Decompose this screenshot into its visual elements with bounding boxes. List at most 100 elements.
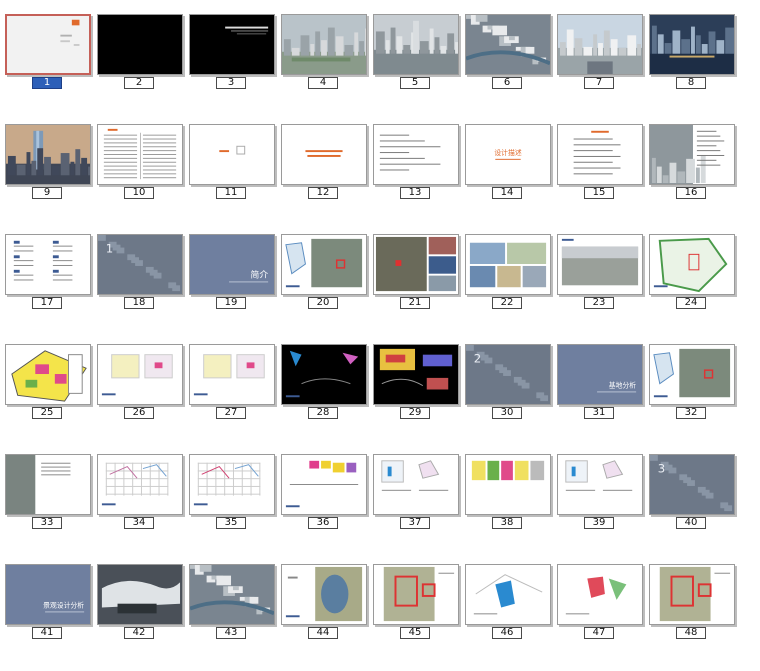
slide-thumbnail-text: 1 [106,241,113,255]
slide-thumbnail-item[interactable]: 17 [3,231,95,341]
slide-thumbnail-item[interactable]: 38 [463,451,555,561]
slide-thumbnail-image[interactable] [281,234,367,295]
slide-thumbnail-image[interactable] [281,14,367,75]
slide-thumbnail-image[interactable] [649,234,735,295]
slide-thumbnail-item[interactable]: 7 [555,11,647,121]
slide-thumbnail-image[interactable] [649,124,735,185]
slide-thumbnail-item[interactable]: 21 [371,231,463,341]
slide-thumbnail-image[interactable]: 简介 [189,234,275,295]
slide-thumbnail-item[interactable]: 13 [371,121,463,231]
slide-thumbnail-item[interactable]: 23 [555,231,647,341]
slide-thumbnail-image[interactable] [5,124,91,185]
slide-thumbnail-image[interactable]: 1 [97,234,183,295]
slide-thumbnail-item[interactable]: 22 [463,231,555,341]
slide-thumbnail-image[interactable] [97,564,183,625]
slide-thumbnail-item[interactable]: 1 18 [95,231,187,341]
slide-thumbnail-image[interactable] [465,564,551,625]
slide-thumbnail-image[interactable] [465,14,551,75]
slide-thumbnail-image[interactable] [5,344,91,405]
slide-thumbnail-item[interactable]: 35 [187,451,279,561]
slide-thumbnail-image[interactable] [557,564,643,625]
slide-thumbnail-image[interactable] [557,454,643,515]
slide-thumbnail-image[interactable] [189,454,275,515]
slide-thumbnail-item[interactable]: 43 [187,561,279,671]
slide-thumbnail-item[interactable]: 1 [3,11,95,121]
slide-thumbnail-item[interactable]: 28 [279,341,371,451]
slide-thumbnail-image[interactable] [281,454,367,515]
slide-thumbnail-item[interactable]: 3 40 [647,451,739,561]
slide-thumbnail-item[interactable]: 33 [3,451,95,561]
slide-thumbnail-image[interactable] [373,14,459,75]
slide-thumbnail-item[interactable]: 27 [187,341,279,451]
slide-thumbnail-item[interactable]: 24 [647,231,739,341]
slide-thumbnail-item[interactable]: 4 [279,11,371,121]
slide-thumbnail-item[interactable]: 32 [647,341,739,451]
slide-thumbnail-image[interactable] [281,344,367,405]
slide-thumbnail-item[interactable]: 34 [95,451,187,561]
slide-thumbnail-item[interactable]: 26 [95,341,187,451]
slide-thumbnail-image[interactable] [189,564,275,625]
slide-number-label: 10 [124,187,154,199]
slide-thumbnail-image[interactable] [557,124,643,185]
slide-thumbnail-image[interactable] [97,344,183,405]
slide-thumbnail-image[interactable] [649,564,735,625]
slide-thumbnail-image[interactable] [557,14,643,75]
slide-number-label: 44 [308,627,338,639]
slide-thumbnail-item[interactable]: 简介 19 [187,231,279,341]
slide-thumbnail-image[interactable] [649,344,735,405]
slide-thumbnail-item[interactable]: 10 [95,121,187,231]
slide-thumbnail-item[interactable]: 39 [555,451,647,561]
slide-thumbnail-item[interactable]: 46 [463,561,555,671]
slide-thumbnail-image[interactable] [189,344,275,405]
slide-thumbnail-image[interactable] [373,454,459,515]
slide-thumbnail-item[interactable]: 29 [371,341,463,451]
slide-thumbnail-item[interactable]: 设计描述 14 [463,121,555,231]
slide-thumbnail-item[interactable]: 5 [371,11,463,121]
slide-thumbnail-item[interactable]: 8 [647,11,739,121]
slide-thumbnail-image[interactable]: 2 [465,344,551,405]
slide-thumbnail-image[interactable] [373,234,459,295]
slide-thumbnail-item[interactable]: 37 [371,451,463,561]
slide-thumbnail-image[interactable]: 景观设计分析 [5,564,91,625]
slide-thumbnail-image[interactable]: 设计描述 [465,124,551,185]
slide-thumbnail-image[interactable] [465,454,551,515]
slide-thumbnail-image[interactable] [557,234,643,295]
slide-thumbnail-item[interactable]: 20 [279,231,371,341]
slide-thumbnail-item[interactable]: 48 [647,561,739,671]
slide-thumbnail-item[interactable]: 42 [95,561,187,671]
slide-thumbnail-image[interactable] [281,124,367,185]
slide-thumbnail-item[interactable]: 16 [647,121,739,231]
slide-thumbnail-image[interactable] [189,124,275,185]
slide-thumbnail-item[interactable]: 2 [95,11,187,121]
slide-thumbnail-item[interactable]: 36 [279,451,371,561]
slide-thumbnail-item[interactable]: 11 [187,121,279,231]
slide-thumbnail-item[interactable]: 2 30 [463,341,555,451]
slide-thumbnail-item[interactable]: 景观设计分析 41 [3,561,95,671]
slide-thumbnail-image[interactable] [373,564,459,625]
slide-thumbnail-item[interactable]: 45 [371,561,463,671]
slide-thumbnail-image[interactable] [373,344,459,405]
slide-number-label: 12 [308,187,338,199]
slide-thumbnail-image[interactable] [281,564,367,625]
slide-thumbnail-image[interactable] [97,14,183,75]
slide-thumbnail-item[interactable]: 47 [555,561,647,671]
slide-thumbnail-item[interactable]: 3 [187,11,279,121]
slide-thumbnail-image[interactable] [5,234,91,295]
slide-thumbnail-image[interactable] [5,454,91,515]
slide-thumbnail-image[interactable] [97,454,183,515]
slide-thumbnail-image[interactable] [465,234,551,295]
slide-thumbnail-item[interactable]: 9 [3,121,95,231]
slide-thumbnail-image[interactable] [97,124,183,185]
slide-thumbnail-image[interactable] [5,14,91,75]
slide-thumbnail-item[interactable]: 15 [555,121,647,231]
slide-thumbnail-image[interactable]: 3 [649,454,735,515]
slide-thumbnail-item[interactable]: 12 [279,121,371,231]
slide-thumbnail-item[interactable]: 6 [463,11,555,121]
slide-thumbnail-image[interactable]: 基地分析 [557,344,643,405]
slide-thumbnail-image[interactable] [373,124,459,185]
slide-thumbnail-image[interactable] [649,14,735,75]
slide-thumbnail-item[interactable]: 44 [279,561,371,671]
slide-thumbnail-image[interactable] [189,14,275,75]
slide-thumbnail-item[interactable]: 基地分析 31 [555,341,647,451]
slide-thumbnail-item[interactable]: 25 [3,341,95,451]
